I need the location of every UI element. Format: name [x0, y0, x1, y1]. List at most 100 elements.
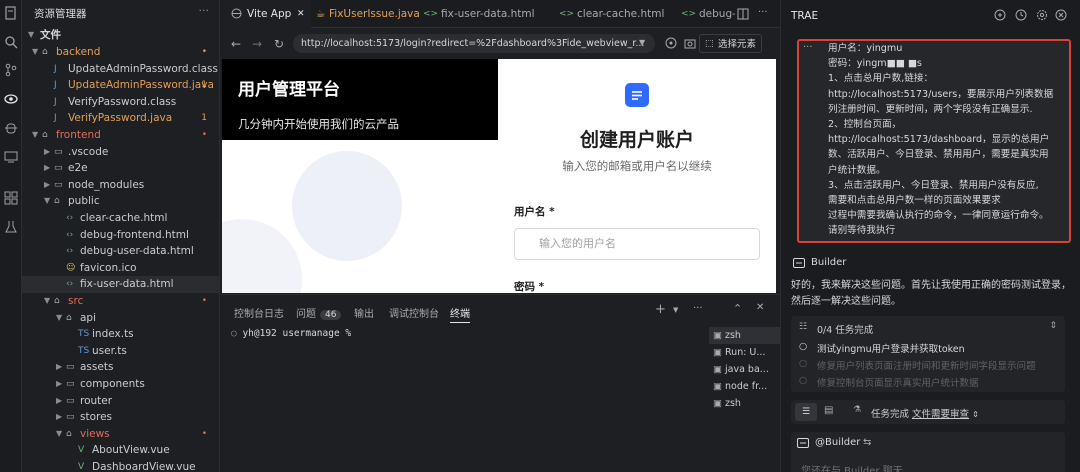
tab-console-log[interactable]: 控制台日志 — [234, 305, 284, 320]
chevron-down-icon[interactable]: ▼ — [673, 306, 678, 314]
folder-row[interactable]: ▼ ⌂ src • — [22, 293, 219, 310]
file-row[interactable]: TS index.ts — [22, 326, 219, 343]
folder-icon: ⌂ — [54, 296, 60, 306]
folder-icon: ▭ — [54, 163, 63, 174]
tree-item-label: api — [80, 311, 97, 324]
file-row[interactable]: J UpdateAdminPassword.java 1 — [22, 77, 219, 94]
terminal-prompt[interactable]: ○ yh@192 usermanage % — [231, 328, 351, 339]
file-row[interactable]: J UpdateAdminPassword.class — [22, 61, 219, 78]
explorer-title: 资源管理器 — [34, 8, 87, 20]
maximize-panel-icon[interactable]: ⌃ — [733, 302, 742, 315]
java-icon: ☕ — [316, 8, 326, 20]
tree-item-label: public — [68, 195, 100, 208]
message-line: 过程中需要我确认执行的命令，一律同意运行命令。 — [828, 210, 1049, 222]
file-row[interactable]: TS user.ts — [22, 343, 219, 360]
add-terminal-icon[interactable]: + — [655, 302, 666, 317]
folder-icon: ⌂ — [42, 130, 48, 140]
terminal-instance[interactable]: ▣ Run: U... — [709, 344, 780, 361]
screenshot-icon[interactable] — [684, 37, 696, 49]
tabs-more-button[interactable]: ··· — [758, 7, 768, 18]
panel-more-button[interactable]: ··· — [693, 303, 703, 314]
file-view-icon[interactable]: ▤ — [824, 405, 833, 416]
message-more-button[interactable]: ··· — [803, 42, 813, 53]
terminal-instance[interactable]: ▣ zsh — [709, 327, 780, 344]
bottom-panel: 控制台日志 问题 46 输出 调试控制台 终端 + ▼ ··· ⌃ ✕ ○ yh@… — [221, 294, 780, 472]
file-row[interactable]: J VerifyPassword.java 1 — [22, 110, 219, 127]
file-row[interactable]: ‹› debug-user-data.html — [22, 243, 219, 260]
folder-row[interactable]: ▶ ▭ node_modules — [22, 177, 219, 194]
folder-row[interactable]: ▼ ⌂ views • — [22, 426, 219, 443]
agent-mention[interactable]: @Builder — [815, 437, 860, 448]
terminal-instance[interactable]: ▣ node fr... — [709, 378, 780, 395]
tab-clear-cache[interactable]: <> clear-cache.html — [557, 0, 672, 28]
folder-icon: ▭ — [54, 179, 63, 190]
reload-icon[interactable]: ↻ — [274, 37, 284, 51]
tab-fixuserissue[interactable]: ☕ FixUserIssue.java — [313, 0, 420, 28]
folder-row[interactable]: ▶ ▭ .vscode — [22, 144, 219, 161]
close-icon[interactable]: ✕ — [297, 0, 305, 28]
back-icon[interactable]: ← — [231, 37, 241, 51]
username-input[interactable]: 输入您的用户名 — [514, 228, 760, 260]
close-panel-icon[interactable]: ✕ — [756, 302, 764, 313]
tab-output[interactable]: 输出 — [354, 305, 374, 320]
switch-agent-icon[interactable]: ⇆ — [863, 437, 871, 448]
explorer-more-button[interactable]: ··· — [199, 4, 210, 17]
extensions-icon[interactable] — [3, 190, 19, 206]
folder-row[interactable]: ▼ ⌂ backend • — [22, 44, 219, 61]
url-input[interactable]: http://localhost:5173/login?redirect=%2F… — [293, 34, 655, 53]
split-editor-icon[interactable] — [737, 8, 749, 20]
folder-row[interactable]: ▶ ▭ components — [22, 376, 219, 393]
problems-count-badge: 46 — [320, 310, 342, 320]
tab-problems[interactable]: 问题 46 — [296, 305, 342, 320]
folder-row[interactable]: ▶ ▭ assets — [22, 359, 219, 376]
testing-icon[interactable] — [3, 219, 19, 235]
tab-fix-user-data[interactable]: <> fix-user-data.html — [421, 0, 551, 28]
new-chat-icon[interactable] — [994, 9, 1006, 21]
folder-row[interactable]: ▶ ▭ router — [22, 393, 219, 410]
forward-icon[interactable]: → — [252, 37, 262, 51]
file-row[interactable]: ‹› debug-frontend.html — [22, 227, 219, 244]
chat-input[interactable]: @Builder ⇆ 您还在与 Builder 聊天 — [791, 432, 1065, 472]
section-files[interactable]: ▼ 文件 — [22, 27, 219, 44]
search-icon[interactable] — [3, 34, 19, 50]
devtools-icon[interactable] — [665, 37, 677, 49]
folder-icon: ⌂ — [42, 47, 48, 57]
folder-row[interactable]: ▼ ⌂ public — [22, 193, 219, 210]
tab-label: FixUserIssue.java — [329, 8, 420, 20]
list-view-icon[interactable]: ☰ — [795, 403, 817, 421]
source-control-icon[interactable] — [3, 62, 19, 78]
file-row[interactable]: J VerifyPassword.class — [22, 94, 219, 111]
chevron-icon[interactable]: ⇕ — [972, 410, 979, 419]
folder-row[interactable]: ▶ ▭ stores — [22, 409, 219, 426]
file-row[interactable]: ‹› clear-cache.html — [22, 210, 219, 227]
settings-gear-icon[interactable] — [1036, 9, 1048, 21]
folder-row[interactable]: ▼ ⌂ api — [22, 310, 219, 327]
html-file-icon: ‹› — [66, 246, 74, 257]
expand-chevron-icon[interactable]: ⇕ — [1049, 321, 1057, 331]
close-panel-icon[interactable] — [1055, 9, 1067, 21]
preview-icon[interactable] — [3, 91, 19, 107]
terminal-label: java ba... — [725, 364, 769, 375]
tab-debug[interactable]: <> debug- — [679, 0, 735, 28]
task-label: 修复控制台页面显示真实用户统计数据 — [817, 378, 979, 389]
file-row[interactable]: ☺ favicon.ico — [22, 260, 219, 277]
tab-debug-console[interactable]: 调试控制台 — [389, 305, 439, 320]
remote-icon[interactable] — [3, 149, 19, 165]
tab-terminal[interactable]: 终端 — [450, 305, 470, 323]
review-link[interactable]: 文件需要审查 — [912, 409, 969, 420]
tab-vite-app[interactable]: Vite App ✕ — [221, 0, 311, 28]
file-row[interactable]: ‹› fix-user-data.html — [22, 276, 219, 293]
terminal-instance[interactable]: ▣ zsh — [709, 395, 780, 412]
folder-row[interactable]: ▶ ▭ e2e — [22, 160, 219, 177]
files-icon[interactable] — [3, 5, 19, 21]
select-element-button[interactable]: ⬚ 选择元素 — [698, 34, 762, 53]
terminal-instance[interactable]: ▣ java ba... — [709, 361, 780, 378]
chevron-down-icon[interactable]: ▼ — [639, 38, 645, 47]
file-row[interactable]: V DashboardView.vue — [22, 459, 219, 472]
debug-icon[interactable] — [3, 120, 19, 136]
history-icon[interactable] — [1015, 9, 1027, 21]
file-row[interactable]: V AboutView.vue — [22, 442, 219, 459]
password-label: 密码 * — [514, 281, 545, 293]
tree-item-label: VerifyPassword.class — [68, 95, 177, 108]
folder-row[interactable]: ▼ ⌂ frontend • — [22, 127, 219, 144]
